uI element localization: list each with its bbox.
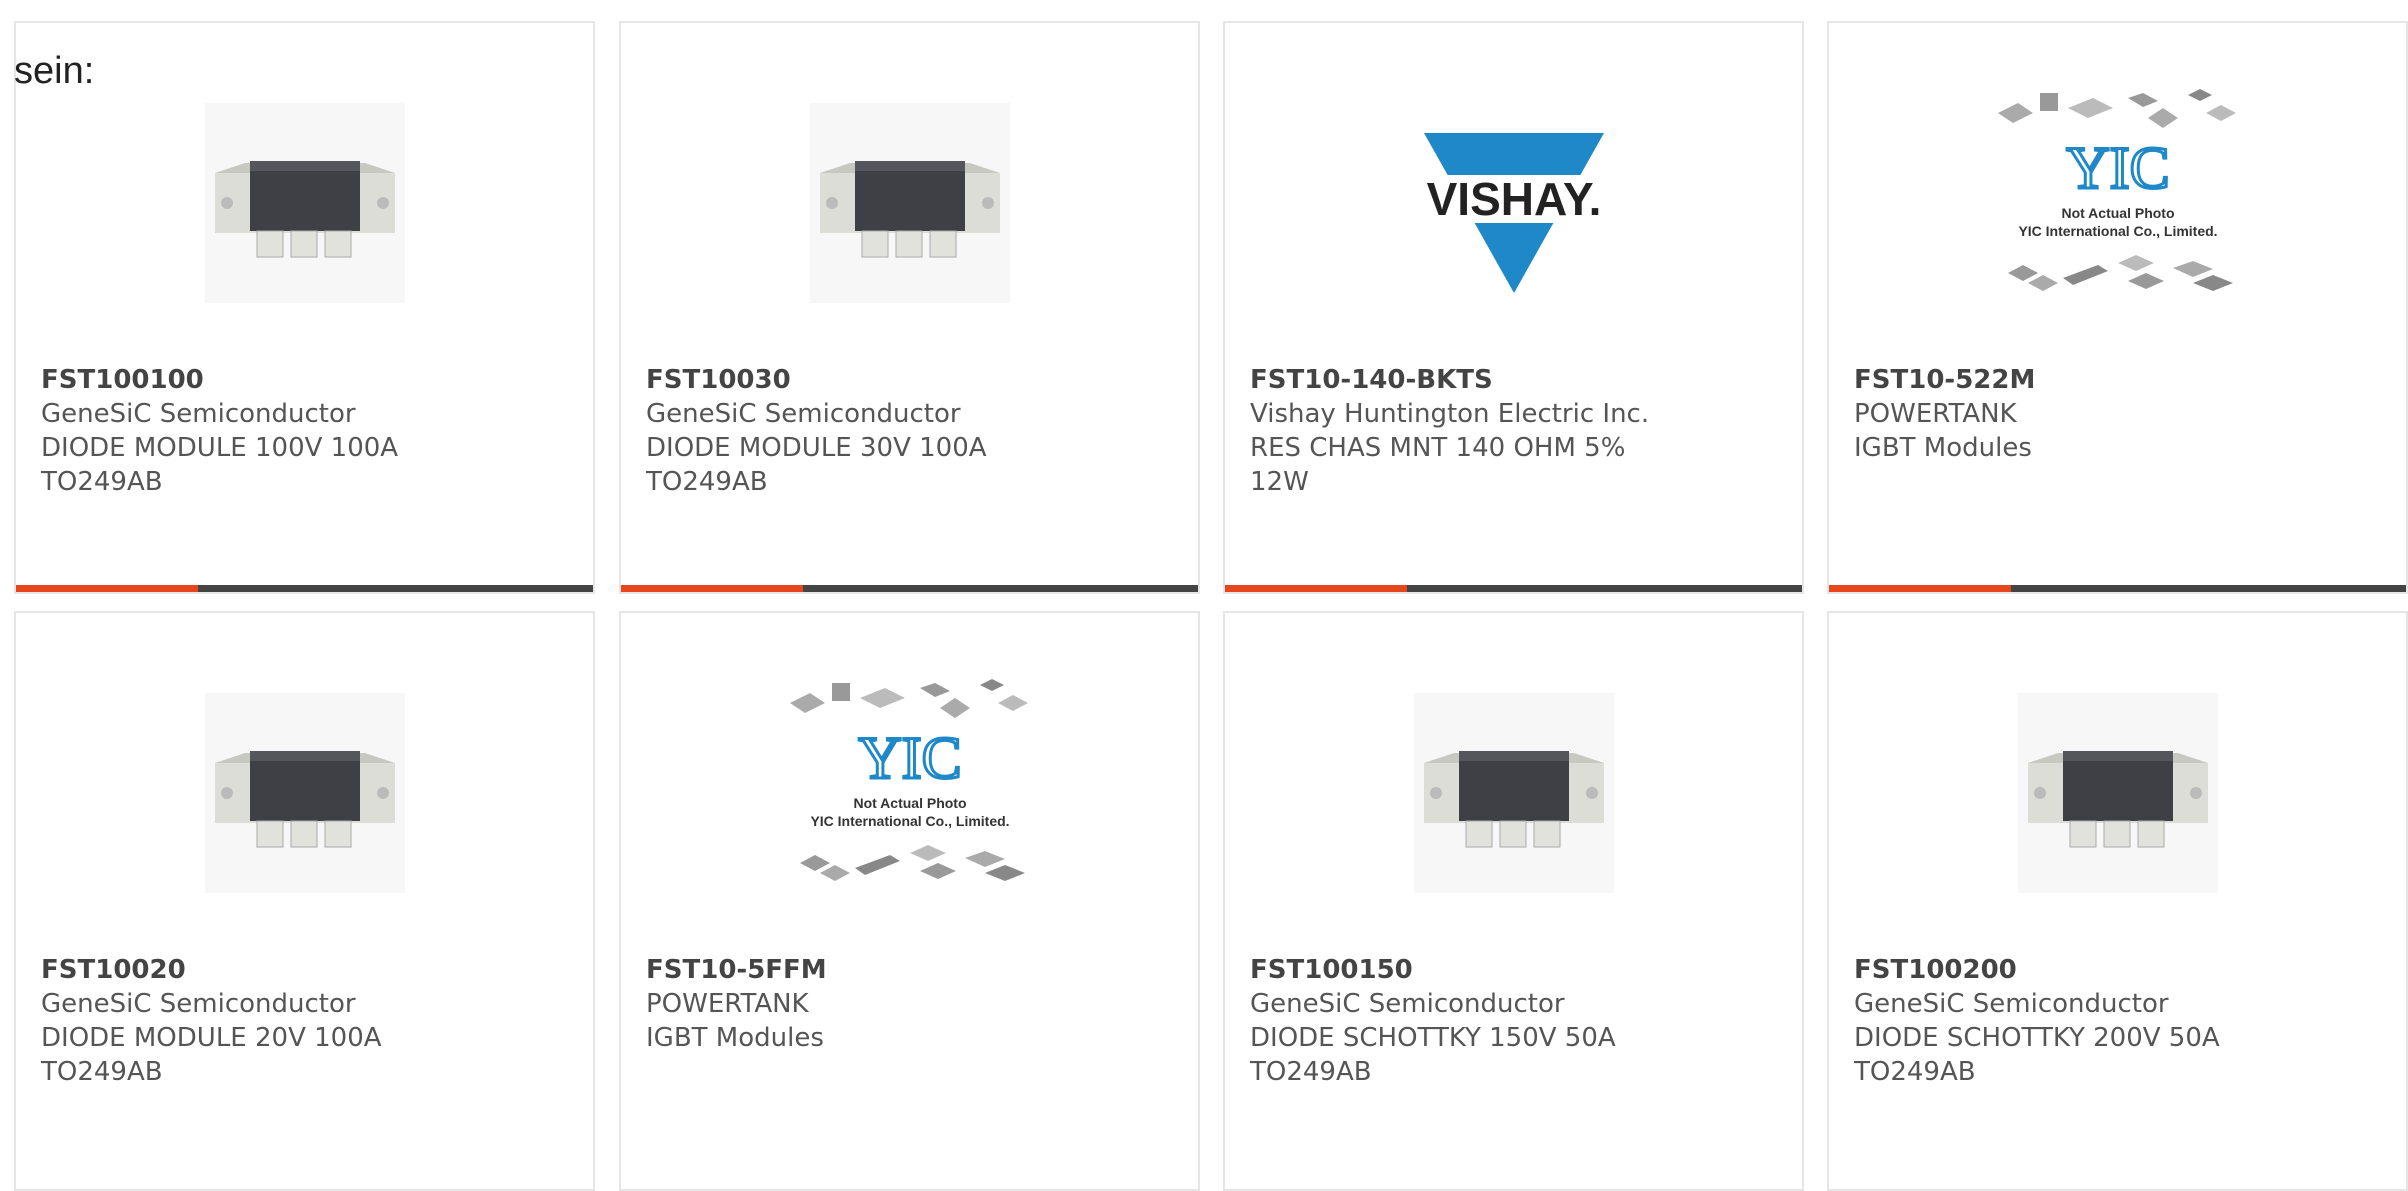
part-number-link[interactable]: FST10020: [41, 953, 573, 987]
part-number-link[interactable]: FST10-5FFM: [646, 953, 1178, 987]
diode-module-icon: [204, 103, 405, 303]
manufacturer: GeneSiC Semiconductor: [646, 399, 961, 429]
card-bar: [1225, 585, 1802, 592]
product-image[interactable]: [1829, 673, 2406, 913]
manufacturer: GeneSiC Semiconductor: [41, 989, 356, 1019]
part-number-link[interactable]: FST100200: [1854, 953, 2386, 987]
description: DIODE MODULE 20V 100A TO249AB: [41, 1023, 382, 1087]
svg-text:YIC: YIC: [2066, 135, 2169, 201]
product-image[interactable]: YIC Not Actual Photo YIC International C…: [1829, 83, 2406, 323]
card-bar: [16, 585, 593, 592]
manufacturer: POWERTANK: [1854, 399, 2017, 429]
description: IGBT Modules: [646, 1023, 824, 1053]
product-card[interactable]: YIC Not Actual Photo YIC International C…: [619, 611, 1200, 1191]
placeholder-line2: YIC International Co., Limited.: [2018, 223, 2217, 239]
intro-text: sein:: [14, 50, 95, 92]
part-number-link[interactable]: FST10030: [646, 363, 1178, 397]
product-image[interactable]: VISHAY.: [1225, 83, 1802, 323]
description: DIODE MODULE 100V 100A TO249AB: [41, 433, 399, 497]
manufacturer: GeneSiC Semiconductor: [1854, 989, 2169, 1019]
product-image[interactable]: [16, 83, 593, 323]
svg-text:YIC: YIC: [858, 725, 961, 791]
product-image[interactable]: YIC Not Actual Photo YIC International C…: [621, 673, 1198, 913]
product-card[interactable]: FST10030 GeneSiC Semiconductor DIODE MOD…: [619, 21, 1200, 594]
part-number-link[interactable]: FST10-522M: [1854, 363, 2386, 397]
description: DIODE MODULE 30V 100A TO249AB: [646, 433, 987, 497]
manufacturer: GeneSiC Semiconductor: [41, 399, 356, 429]
product-card[interactable]: FST10020 GeneSiC Semiconductor DIODE MOD…: [14, 611, 595, 1191]
part-number-link[interactable]: FST10-140-BKTS: [1250, 363, 1782, 397]
diode-module-icon: [809, 103, 1010, 303]
diode-module-icon: [2017, 693, 2218, 893]
vishay-logo: VISHAY.: [1403, 103, 1624, 303]
diode-module-icon: [1413, 693, 1614, 893]
diode-module-icon: [204, 693, 405, 893]
placeholder-line2: YIC International Co., Limited.: [810, 813, 1009, 829]
product-card[interactable]: FST100100 GeneSiC Semiconductor DIODE MO…: [14, 21, 595, 594]
yic-placeholder-image: YIC Not Actual Photo YIC International C…: [769, 673, 1050, 913]
product-image[interactable]: [621, 83, 1198, 323]
product-card[interactable]: FST100150 GeneSiC Semiconductor DIODE SC…: [1223, 611, 1804, 1191]
description: DIODE SCHOTTKY 150V 50A TO249AB: [1250, 1023, 1616, 1087]
card-bar: [1829, 585, 2406, 592]
product-image[interactable]: [1225, 673, 1802, 913]
product-card[interactable]: YIC Not Actual Photo YIC International C…: [1827, 21, 2408, 594]
description: IGBT Modules: [1854, 433, 2032, 463]
part-number-link[interactable]: FST100100: [41, 363, 573, 397]
manufacturer: Vishay Huntington Electric Inc.: [1250, 399, 1650, 429]
product-image[interactable]: [16, 673, 593, 913]
vishay-logo-text: VISHAY.: [1426, 173, 1601, 225]
card-bar: [621, 585, 1198, 592]
manufacturer: GeneSiC Semiconductor: [1250, 989, 1565, 1019]
description: RES CHAS MNT 140 OHM 5% 12W: [1250, 433, 1626, 497]
part-number-link[interactable]: FST100150: [1250, 953, 1782, 987]
product-card[interactable]: FST100200 GeneSiC Semiconductor DIODE SC…: [1827, 611, 2408, 1191]
placeholder-line1: Not Actual Photo: [853, 795, 966, 811]
product-card[interactable]: VISHAY. FST10-140-BKTS Vishay Huntington…: [1223, 21, 1804, 594]
placeholder-line1: Not Actual Photo: [2061, 205, 2174, 221]
manufacturer: POWERTANK: [646, 989, 809, 1019]
description: DIODE SCHOTTKY 200V 50A TO249AB: [1854, 1023, 2220, 1087]
product-grid: FST100100 GeneSiC Semiconductor DIODE MO…: [0, 0, 2408, 1191]
yic-placeholder-image: YIC Not Actual Photo YIC International C…: [1977, 83, 2258, 323]
